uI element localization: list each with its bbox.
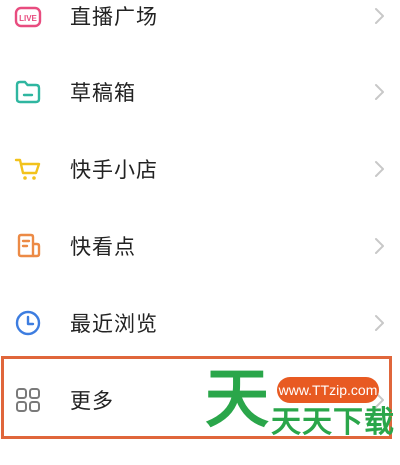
svg-text:LIVE: LIVE: [19, 14, 37, 23]
chevron-right-icon: [372, 83, 386, 101]
news-icon: [14, 232, 42, 260]
menu-item-kuaikandian[interactable]: 快看点: [0, 207, 400, 284]
chevron-right-icon: [372, 314, 386, 332]
chevron-right-icon: [372, 7, 386, 25]
menu-item-kuaishou-shop[interactable]: 快手小店: [0, 130, 400, 207]
menu-item-label: 快看点: [70, 234, 136, 259]
settings-menu: LIVE 直播广场 草稿箱 快手小店 快看点 最近浏览 更多 天 www.TTz…: [0, 0, 400, 465]
menu-item-label: 草稿箱: [70, 80, 136, 105]
chevron-right-icon: [372, 160, 386, 178]
folder-icon: [14, 78, 42, 106]
menu-item-label: 更多: [70, 388, 114, 413]
site-watermark: 天 www.TTzip.com 天天下载: [205, 364, 394, 440]
menu-item-label: 直播广场: [70, 4, 158, 29]
menu-item-label: 快手小店: [70, 157, 158, 182]
menu-item-label: 最近浏览: [70, 311, 158, 336]
menu-item-live-plaza[interactable]: LIVE 直播广场: [0, 0, 400, 54]
menu-item-recent-views[interactable]: 最近浏览: [0, 284, 400, 361]
chevron-right-icon: [372, 237, 386, 255]
clock-icon: [14, 309, 42, 337]
menu-item-drafts[interactable]: 草稿箱: [0, 53, 400, 130]
grid-icon: [14, 386, 42, 414]
cart-icon: [14, 155, 42, 183]
watermark-logo: 天: [205, 363, 269, 437]
watermark-site-name: 天天下载: [271, 405, 395, 440]
watermark-url-badge: www.TTzip.com: [277, 377, 379, 403]
live-icon: LIVE: [14, 2, 42, 30]
